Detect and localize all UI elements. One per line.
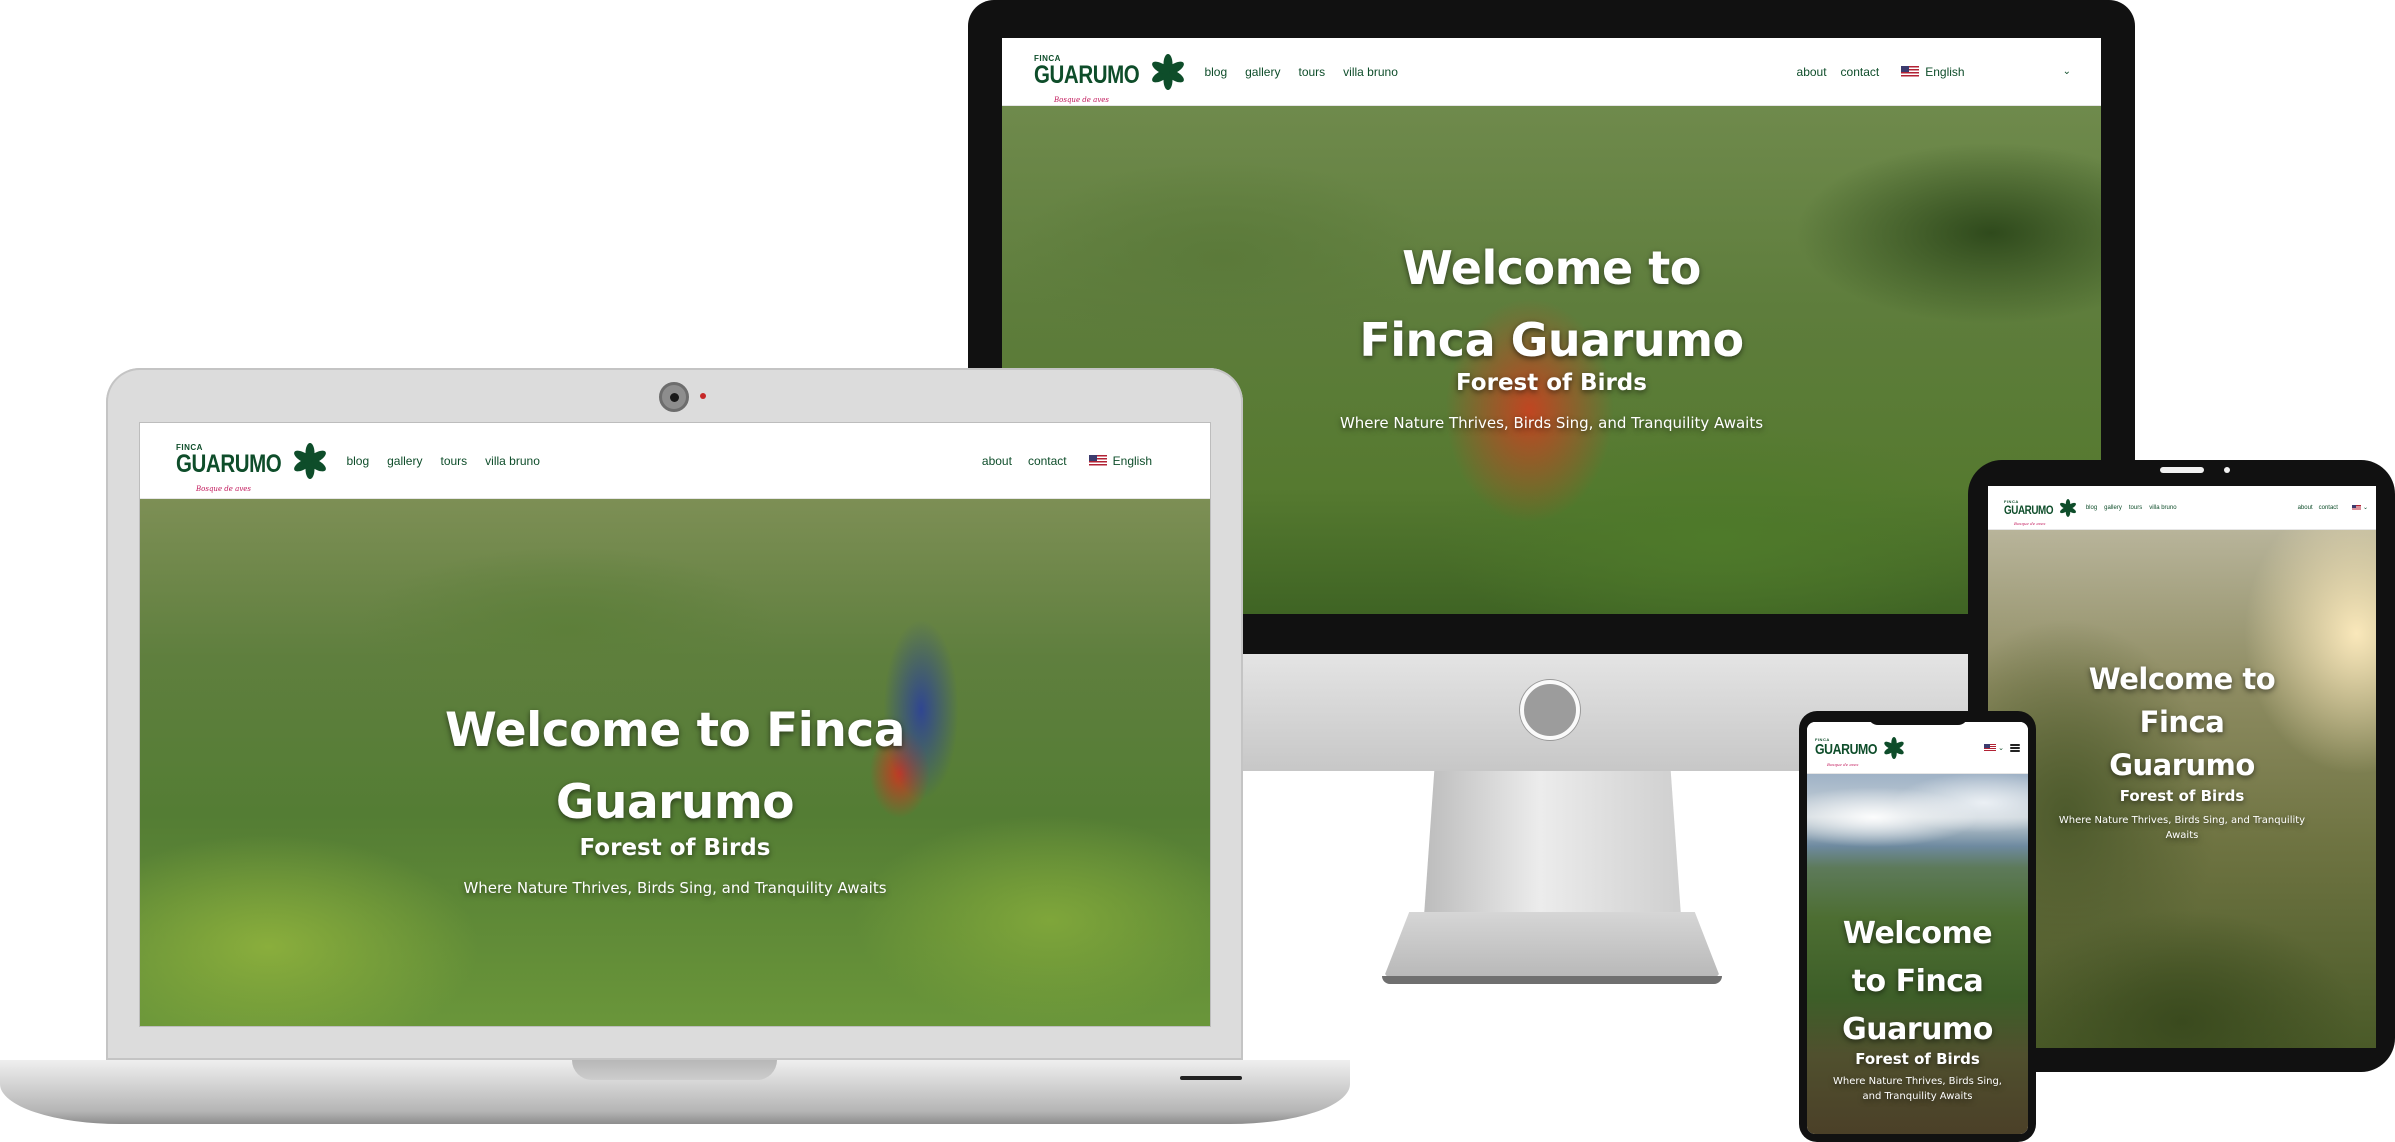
laptop-side-slot xyxy=(1180,1076,1242,1080)
phone-nav-right: ⌄ xyxy=(1984,743,2020,752)
laptop-camera-led xyxy=(700,393,706,399)
tablet-nav-right: about contact ⌄ xyxy=(2298,504,2368,511)
tablet-main-nav: blog gallery tours villa bruno xyxy=(2086,505,2177,511)
tablet-hero-title: Welcome to Finca Guarumo xyxy=(2088,662,2276,782)
laptop-logo-tagline: Bosque de aves xyxy=(196,484,252,493)
monitor-stand-neck xyxy=(1424,771,1681,916)
tablet-nav-link-contact[interactable]: contact xyxy=(2319,505,2338,511)
logo-tagline: Bosque de aves xyxy=(1054,95,1110,104)
laptop-site-header: FINCA GUARUMO Bosque de aves blog galler… xyxy=(140,423,1210,499)
language-label: English xyxy=(1925,64,1965,79)
guarumo-leaf-icon xyxy=(294,442,327,479)
tablet-logo-guarumo: GUARUMO xyxy=(2004,502,2054,517)
guarumo-leaf-icon xyxy=(1883,736,1904,759)
laptop-hero-section: Welcome to Finca Guarumo Forest of Birds… xyxy=(140,499,1210,1026)
monitor-stand-foot xyxy=(1382,912,1722,982)
monitor-logo-button xyxy=(1520,680,1580,740)
tablet-screen: FINCA GUARUMO Bosque de aves blog galler… xyxy=(1988,486,2376,1048)
tablet-nav-link-tours[interactable]: tours xyxy=(2129,505,2142,511)
phone-logo-guarumo: GUARUMO xyxy=(1815,741,1878,758)
chevron-down-icon: ⌄ xyxy=(2362,505,2368,511)
laptop-language-selector[interactable]: English xyxy=(1088,453,1152,468)
laptop-nav-link-villa-bruno[interactable]: villa bruno xyxy=(485,454,540,468)
laptop-language-label: English xyxy=(1112,453,1152,468)
phone-notch xyxy=(1868,711,1968,725)
us-flag-icon xyxy=(1901,65,1920,78)
guarumo-leaf-icon xyxy=(1152,53,1185,90)
laptop-nav-link-blog[interactable]: blog xyxy=(346,454,369,468)
hamburger-menu-icon[interactable] xyxy=(2010,743,2020,752)
guarumo-leaf-icon xyxy=(2059,498,2076,517)
phone-screen: FINCA GUARUMO Bosque de aves ⌄ Welcome t… xyxy=(1807,722,2028,1134)
site-header: FINCA GUARUMO Bosque de aves blog galler… xyxy=(1002,38,2101,106)
hero-tagline: Where Nature Thrives, Birds Sing, and Tr… xyxy=(1339,414,1764,432)
us-flag-icon xyxy=(1984,743,1997,752)
laptop-hero-tagline: Where Nature Thrives, Birds Sing, and Tr… xyxy=(463,879,887,897)
phone-logo-tagline: Bosque de aves xyxy=(1827,761,1859,767)
phone-hero-tagline: Where Nature Thrives, Birds Sing, and Tr… xyxy=(1833,1076,2002,1102)
nav-link-blog[interactable]: blog xyxy=(1204,65,1227,79)
laptop-hero-title: Welcome to Finca Guarumo xyxy=(445,703,905,830)
laptop-logo[interactable]: FINCA GUARUMO Bosque de aves xyxy=(176,442,328,493)
nav-right: about contact English ⌄ xyxy=(1797,65,2071,79)
tablet-nav-link-about[interactable]: about xyxy=(2298,505,2313,511)
tablet-camera xyxy=(2224,467,2230,473)
tablet-nav-link-villa-bruno[interactable]: villa bruno xyxy=(2149,505,2176,511)
us-flag-icon xyxy=(1088,454,1107,467)
main-nav: blog gallery tours villa bruno xyxy=(1204,65,1397,79)
laptop-screen: FINCA GUARUMO Bosque de aves blog galler… xyxy=(139,422,1211,1027)
nav-link-tours[interactable]: tours xyxy=(1298,65,1325,79)
phone-language-selector[interactable]: ⌄ xyxy=(1984,743,2004,752)
phone-hero-title: Welcome to Finca Guarumo xyxy=(1842,916,1993,1047)
laptop-logo-guarumo: GUARUMO xyxy=(176,450,282,478)
nav-link-contact[interactable]: contact xyxy=(1841,65,1880,79)
tablet-nav-link-gallery[interactable]: gallery xyxy=(2104,505,2122,511)
phone-logo[interactable]: FINCA GUARUMO Bosque de aves xyxy=(1815,736,1905,767)
hero-copy: Welcome to Finca Guarumo Forest of Birds… xyxy=(1332,232,1771,432)
phone-hero-section: Welcome to Finca Guarumo Forest of Birds… xyxy=(1807,774,2028,1134)
tablet-hero-subtitle: Forest of Birds xyxy=(2119,787,2245,805)
laptop-main-nav: blog gallery tours villa bruno xyxy=(346,454,539,468)
laptop-nav-link-contact[interactable]: contact xyxy=(1028,454,1067,468)
laptop-nav-link-gallery[interactable]: gallery xyxy=(387,454,422,468)
nav-link-villa-bruno[interactable]: villa bruno xyxy=(1343,65,1398,79)
phone-site-header: FINCA GUARUMO Bosque de aves ⌄ xyxy=(1807,722,2028,774)
laptop-nav-link-about[interactable]: about xyxy=(982,454,1012,468)
tablet-hero-tagline: Where Nature Thrives, Birds Sing, and Tr… xyxy=(2058,815,2306,841)
laptop-nav-link-tours[interactable]: tours xyxy=(440,454,467,468)
tablet-language-selector[interactable]: ⌄ xyxy=(2351,504,2368,511)
tablet-nav-link-blog[interactable]: blog xyxy=(2086,505,2097,511)
us-flag-icon xyxy=(2351,504,2361,511)
tablet-logo-tagline: Bosque de aves xyxy=(2014,520,2046,526)
logo-guarumo: GUARUMO xyxy=(1034,61,1140,89)
phone-hero-copy: Welcome to Finca Guarumo Forest of Birds… xyxy=(1815,910,2020,1104)
laptop-nav-right: about contact English xyxy=(982,454,1152,468)
laptop-hero-subtitle: Forest of Birds xyxy=(579,835,771,861)
nav-link-gallery[interactable]: gallery xyxy=(1245,65,1280,79)
tablet-logo[interactable]: FINCA GUARUMO Bosque de aves xyxy=(2004,498,2077,526)
tablet-site-header: FINCA GUARUMO Bosque de aves blog galler… xyxy=(1988,486,2376,530)
laptop-opening-notch xyxy=(572,1060,777,1080)
language-selector[interactable]: English ⌄ xyxy=(1901,65,2071,79)
tablet-hero-section: Welcome to Finca Guarumo Forest of Birds… xyxy=(1988,530,2376,1048)
logo[interactable]: FINCA GUARUMO Bosque de aves xyxy=(1034,53,1186,104)
tablet-speaker xyxy=(2160,467,2204,473)
laptop-camera xyxy=(659,382,689,412)
laptop-hero-copy: Welcome to Finca Guarumo Forest of Birds… xyxy=(440,695,910,897)
hero-title: Welcome to Finca Guarumo xyxy=(1359,241,1744,367)
chevron-down-icon: ⌄ xyxy=(1998,744,2004,752)
nav-link-about[interactable]: about xyxy=(1797,65,1827,79)
tablet-hero-copy: Welcome to Finca Guarumo Forest of Birds… xyxy=(2059,658,2305,843)
monitor-stand-edge xyxy=(1382,976,1722,984)
chevron-down-icon: ⌄ xyxy=(2062,66,2071,77)
